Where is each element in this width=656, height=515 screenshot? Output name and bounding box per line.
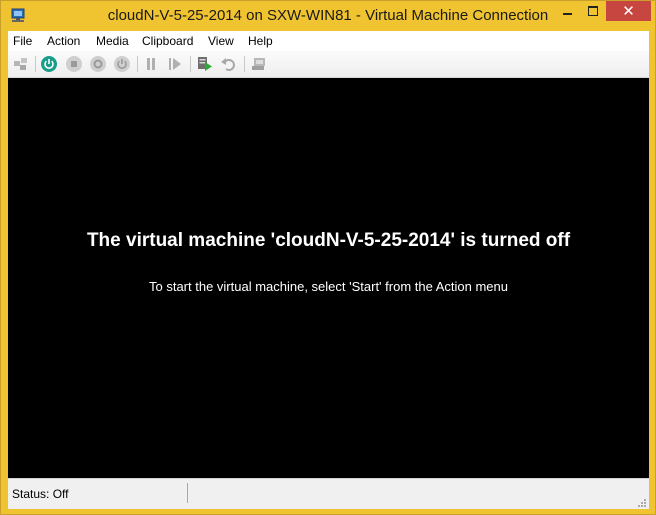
- toolbar-separator: [137, 56, 138, 72]
- menu-media[interactable]: Media: [95, 34, 130, 48]
- revert-icon[interactable]: [220, 55, 238, 73]
- client-area: File Action Media Clipboard View Help Th…: [8, 31, 649, 509]
- maximize-button[interactable]: [580, 1, 606, 21]
- menu-clipboard[interactable]: Clipboard: [141, 34, 194, 48]
- status-text: Status: Off: [12, 487, 69, 501]
- menu-help[interactable]: Help: [247, 34, 274, 48]
- minimize-button[interactable]: [554, 1, 580, 21]
- toolbar-separator: [190, 56, 191, 72]
- start-icon[interactable]: [40, 55, 58, 73]
- pause-icon[interactable]: [142, 55, 160, 73]
- vm-off-message: The virtual machine 'cloudN-V-5-25-2014'…: [86, 230, 571, 251]
- resume-icon[interactable]: [166, 55, 184, 73]
- menu-view[interactable]: View: [207, 34, 235, 48]
- turn-off-icon[interactable]: [65, 55, 83, 73]
- toolbar-separator: [244, 56, 245, 72]
- toolbar: [8, 51, 649, 78]
- status-divider: [187, 483, 188, 503]
- title-bar[interactable]: cloudN-V-5-25-2014 on SXW-WIN81 - Virtua…: [1, 1, 655, 31]
- close-icon: ✕: [622, 2, 635, 20]
- status-bar: Status: Off: [8, 478, 649, 509]
- vm-connection-window: cloudN-V-5-25-2014 on SXW-WIN81 - Virtua…: [0, 0, 656, 515]
- ctrl-alt-del-icon[interactable]: [12, 55, 30, 73]
- menu-action[interactable]: Action: [46, 34, 81, 48]
- resize-grip-icon[interactable]: [637, 497, 647, 507]
- save-icon[interactable]: [113, 55, 131, 73]
- vm-start-hint: To start the virtual machine, select 'St…: [148, 279, 508, 294]
- enhanced-session-icon[interactable]: [250, 55, 268, 73]
- toolbar-separator: [35, 56, 36, 72]
- vm-screen[interactable]: The virtual machine 'cloudN-V-5-25-2014'…: [8, 78, 649, 478]
- close-button[interactable]: ✕: [606, 1, 651, 21]
- checkpoint-icon[interactable]: [196, 55, 214, 73]
- shutdown-icon[interactable]: [89, 55, 107, 73]
- menu-file[interactable]: File: [12, 34, 33, 48]
- menu-bar: File Action Media Clipboard View Help: [8, 31, 649, 51]
